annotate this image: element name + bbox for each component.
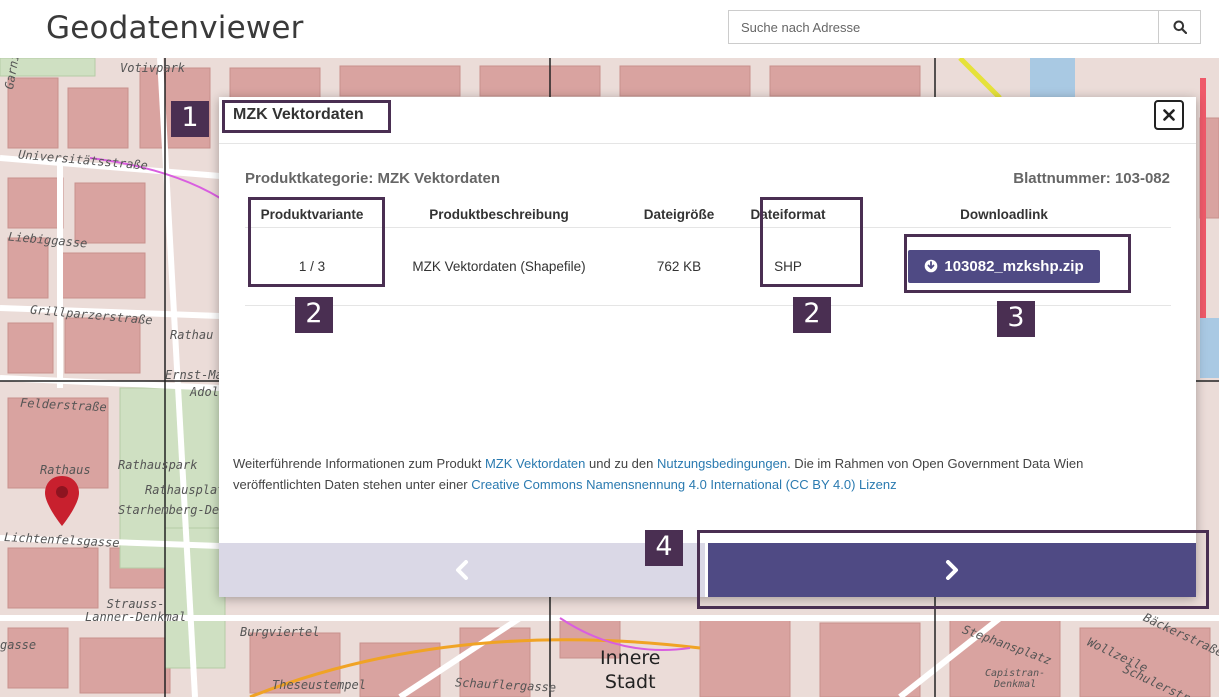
search-button[interactable]: [1158, 11, 1200, 43]
search-box: [728, 10, 1201, 44]
download-label: 103082_mzkshp.zip: [944, 257, 1084, 275]
app-header: Geodatenviewer: [0, 0, 1219, 58]
column-header-size: Dateigröße: [619, 202, 739, 228]
map-label: Starhemberg-De: [118, 503, 220, 517]
cell-variant: 1 / 3: [245, 227, 379, 306]
cell-format: SHP: [739, 227, 837, 306]
column-header-variant: Produktvariante: [245, 202, 379, 228]
table-row: 1 / 3 MZK Vektordaten (Shapefile) 762 KB…: [245, 227, 1171, 306]
sheet-number: Blattnummer: 103-082: [1013, 170, 1170, 187]
annotation-badge: 1: [171, 101, 209, 137]
annotation-badge: 2: [793, 297, 831, 333]
column-header-description: Produktbeschreibung: [379, 202, 619, 228]
license-link[interactable]: Creative Commons Namensnennung 4.0 Inter…: [471, 477, 896, 492]
next-button[interactable]: [708, 543, 1196, 597]
product-link[interactable]: MZK Vektordaten: [485, 456, 585, 471]
district-label: Innere Stadt: [600, 647, 661, 693]
table-header-row: Produktvariante Produktbeschreibung Date…: [245, 202, 1171, 228]
product-category: Produktkategorie: MZK Vektordaten: [245, 170, 501, 187]
modal-header: MZK Vektordaten: [219, 97, 1196, 144]
column-header-download: Downloadlink: [837, 202, 1171, 228]
cell-download: 103082_mzkshp.zip: [837, 227, 1171, 306]
map-label: gasse: [0, 638, 37, 652]
product-modal: MZK Vektordaten Produktkategorie: MZK Ve…: [219, 97, 1196, 597]
map-label: Rathauspark: [118, 458, 198, 472]
info-text-part: und zu den: [585, 456, 657, 471]
close-icon: [1163, 109, 1175, 121]
search-icon: [1173, 20, 1187, 34]
map-label: Rathau: [170, 328, 214, 342]
annotation-badge: 2: [295, 297, 333, 333]
product-table: Produktvariante Produktbeschreibung Date…: [245, 202, 1171, 306]
map-label: Votivpark: [120, 61, 186, 75]
cell-description: MZK Vektordaten (Shapefile): [379, 227, 619, 306]
map-label: Strauss- Lanner-Denkmal: [85, 597, 187, 624]
modal-title: MZK Vektordaten: [233, 106, 364, 123]
download-circle-icon: [925, 259, 938, 273]
map-label: Theseustempel: [272, 678, 366, 692]
download-button[interactable]: 103082_mzkshp.zip: [908, 249, 1100, 283]
info-text: Weiterführende Informationen zum Produkt…: [233, 453, 1153, 495]
annotation-badge: 3: [997, 301, 1035, 337]
close-button[interactable]: [1154, 100, 1184, 130]
map-pin-icon[interactable]: [42, 474, 82, 528]
map-label: Ernst-Ma: [165, 368, 223, 382]
annotation-badge: 4: [645, 530, 683, 566]
map-label: Burgviertel: [240, 625, 320, 639]
chevron-right-icon: [946, 560, 958, 580]
info-text-part: Weiterführende Informationen zum Produkt: [233, 456, 485, 471]
address-search-input[interactable]: [729, 11, 1158, 43]
previous-button[interactable]: [219, 543, 705, 597]
column-header-format: Dateiformat: [739, 202, 837, 228]
map-label: Capistran- Denkmal: [985, 668, 1046, 690]
terms-link[interactable]: Nutzungsbedingungen: [657, 456, 787, 471]
app-title: Geodatenviewer: [46, 10, 304, 46]
cell-size: 762 KB: [619, 227, 739, 306]
chevron-left-icon: [456, 560, 468, 580]
